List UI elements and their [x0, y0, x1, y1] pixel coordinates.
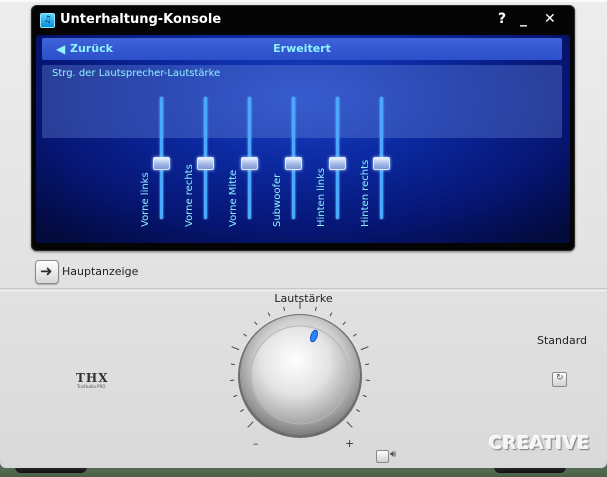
- knob-tick: [314, 306, 317, 311]
- knob-tick: [254, 321, 258, 326]
- standard-button[interactable]: ↻: [552, 372, 567, 387]
- knob-tick: [353, 333, 357, 337]
- knob-tick: [240, 409, 244, 413]
- knob-tick: [230, 363, 235, 366]
- creative-logo: CREATIVE: [489, 433, 591, 454]
- knob-tick: [243, 333, 247, 337]
- knob-tick: [247, 421, 254, 428]
- knob-tick: [360, 346, 369, 351]
- knob-tick: [346, 421, 353, 428]
- console-body: ♫ Unterhaltung-Konsole ? _ ✕ ◀ Zurück Er…: [0, 0, 607, 468]
- volume-knob-graphic: [230, 301, 370, 438]
- volume-plus: +: [345, 437, 355, 450]
- knob-tick: [365, 363, 370, 366]
- knob-tick: [231, 346, 240, 351]
- knob-tick: [267, 312, 271, 317]
- knob-tick: [362, 394, 367, 398]
- knob-tick: [283, 306, 286, 311]
- knob-tick: [342, 321, 346, 326]
- speaker-icon: 🔊︎: [390, 449, 397, 460]
- knob-tick: [233, 394, 238, 398]
- reset-icon: ↻: [556, 373, 564, 383]
- standard-label: Standard: [537, 334, 588, 347]
- thx-logo: THX TruStudio PRO: [76, 371, 109, 389]
- mute-button[interactable]: [376, 450, 389, 463]
- knob-tick: [329, 312, 333, 317]
- volume-minus: –: [253, 437, 259, 450]
- knob-tick: [356, 409, 360, 413]
